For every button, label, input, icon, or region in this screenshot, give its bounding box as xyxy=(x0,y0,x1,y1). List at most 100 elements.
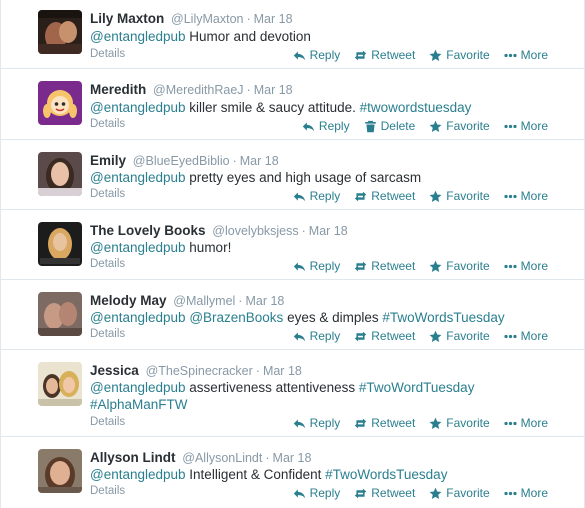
mention-link[interactable]: @entangledpub xyxy=(90,100,186,115)
tweet[interactable]: Lily Maxton @LilyMaxton · Mar 18 @entangle… xyxy=(1,0,584,69)
star-icon xyxy=(429,487,442,500)
mention-link[interactable]: @entangledpub xyxy=(90,170,186,185)
details-link[interactable]: Details xyxy=(90,328,125,340)
reply-button[interactable]: Reply xyxy=(293,48,340,62)
more-button[interactable]: More xyxy=(504,486,548,500)
details-link[interactable]: Details xyxy=(90,416,125,428)
tweet[interactable]: The Lovely Books @lovelybksjess · Mar 18 @… xyxy=(1,210,584,280)
username[interactable]: @AllysonLindt xyxy=(182,451,262,465)
retweet-button[interactable]: Retweet xyxy=(354,416,415,430)
hashtag-link[interactable]: #TwoWordTuesday xyxy=(359,380,475,395)
tweet[interactable]: Allyson Lindt @AllysonLindt · Mar 18 @enta… xyxy=(1,437,584,508)
reply-button[interactable]: Reply xyxy=(302,119,350,133)
display-name[interactable]: The Lovely Books xyxy=(90,223,206,238)
ellipsis-icon xyxy=(504,260,517,273)
username[interactable]: @lovelybksjess xyxy=(212,224,298,238)
avatar[interactable] xyxy=(38,292,82,336)
favorite-button[interactable]: Favorite xyxy=(429,259,490,273)
username[interactable]: @BlueEyedBiblio xyxy=(133,154,230,168)
favorite-button[interactable]: Favorite xyxy=(429,119,490,133)
tweet[interactable]: Meredith @MeredithRaeJ · Mar 18 @entangled… xyxy=(1,69,584,140)
ellipsis-icon xyxy=(504,487,517,500)
retweet-button[interactable]: Retweet xyxy=(354,329,415,343)
reply-button[interactable]: Reply xyxy=(293,189,340,203)
display-name[interactable]: Emily xyxy=(90,153,126,168)
hashtag-link[interactable]: #AlphaManFTW xyxy=(90,397,188,412)
mention-link[interactable]: @entangledpub xyxy=(90,310,186,325)
separator-dot: · xyxy=(255,364,260,378)
more-label: More xyxy=(520,259,548,273)
username[interactable]: @TheSpinecracker xyxy=(146,364,253,378)
mention-link[interactable]: @entangledpub xyxy=(90,380,186,395)
timestamp[interactable]: Mar 18 xyxy=(254,83,293,97)
more-button[interactable]: More xyxy=(504,119,548,133)
mention-link[interactable]: @entangledpub xyxy=(90,240,186,255)
tweet[interactable]: Melody May @Mallymel · Mar 18 @entangledpu… xyxy=(1,280,584,350)
delete-button[interactable]: Delete xyxy=(364,119,415,133)
timestamp[interactable]: Mar 18 xyxy=(254,12,293,26)
display-name[interactable]: Jessica xyxy=(90,363,139,378)
tweet-text: @entangledpub @BrazenBooks eyes & dimple… xyxy=(90,309,566,326)
tweet-text: @entangledpub Humor and devotion xyxy=(90,28,566,45)
more-label: More xyxy=(520,119,548,133)
hashtag-link[interactable]: #TwoWordsTuesday xyxy=(325,467,447,482)
timestamp[interactable]: Mar 18 xyxy=(263,364,302,378)
favorite-button[interactable]: Favorite xyxy=(429,416,490,430)
avatar[interactable] xyxy=(38,10,82,54)
more-button[interactable]: More xyxy=(504,416,548,430)
timestamp[interactable]: Mar 18 xyxy=(273,451,312,465)
details-link[interactable]: Details xyxy=(90,485,125,497)
more-button[interactable]: More xyxy=(504,329,548,343)
retweet-button[interactable]: Retweet xyxy=(354,259,415,273)
tweet-actions: Reply Retweet Favorite More xyxy=(279,259,548,273)
username[interactable]: @LilyMaxton xyxy=(171,12,243,26)
ellipsis-icon xyxy=(504,417,517,430)
display-name[interactable]: Lily Maxton xyxy=(90,11,164,26)
hashtag-link[interactable]: #TwoWordsTuesday xyxy=(382,310,504,325)
timestamp[interactable]: Mar 18 xyxy=(309,224,348,238)
avatar[interactable] xyxy=(38,152,82,196)
favorite-label: Favorite xyxy=(446,416,490,430)
reply-button[interactable]: Reply xyxy=(293,329,340,343)
reply-button[interactable]: Reply xyxy=(293,486,340,500)
ellipsis-icon xyxy=(504,49,517,62)
details-link[interactable]: Details xyxy=(90,48,125,60)
details-link[interactable]: Details xyxy=(90,258,125,270)
favorite-button[interactable]: Favorite xyxy=(429,329,490,343)
reply-button[interactable]: Reply xyxy=(293,416,340,430)
more-button[interactable]: More xyxy=(504,259,548,273)
mention-link[interactable]: @entangledpub xyxy=(90,467,186,482)
details-link[interactable]: Details xyxy=(90,118,125,130)
separator-dot: · xyxy=(238,294,243,308)
avatar[interactable] xyxy=(38,449,82,493)
star-icon xyxy=(429,190,442,203)
timestamp[interactable]: Mar 18 xyxy=(245,294,284,308)
retweet-icon xyxy=(354,190,367,203)
favorite-button[interactable]: Favorite xyxy=(429,486,490,500)
favorite-button[interactable]: Favorite xyxy=(429,189,490,203)
more-button[interactable]: More xyxy=(504,189,548,203)
avatar[interactable] xyxy=(38,81,82,125)
retweet-button[interactable]: Retweet xyxy=(354,48,415,62)
display-name[interactable]: Melody May xyxy=(90,293,167,308)
favorite-button[interactable]: Favorite xyxy=(429,48,490,62)
more-label: More xyxy=(520,48,548,62)
mention-link[interactable]: @BrazenBooks xyxy=(189,310,283,325)
more-button[interactable]: More xyxy=(504,48,548,62)
tweet[interactable]: Jessica @TheSpinecracker · Mar 18 @entangl… xyxy=(1,350,584,437)
avatar[interactable] xyxy=(38,362,82,406)
tweet[interactable]: Emily @BlueEyedBiblio · Mar 18 @entangledp… xyxy=(1,140,584,210)
username[interactable]: @MeredithRaeJ xyxy=(153,83,244,97)
display-name[interactable]: Allyson Lindt xyxy=(90,450,176,465)
ellipsis-icon xyxy=(504,330,517,343)
retweet-button[interactable]: Retweet xyxy=(354,486,415,500)
avatar[interactable] xyxy=(38,222,82,266)
display-name[interactable]: Meredith xyxy=(90,82,146,97)
username[interactable]: @Mallymel xyxy=(173,294,235,308)
mention-link[interactable]: @entangledpub xyxy=(90,29,186,44)
reply-button[interactable]: Reply xyxy=(293,259,340,273)
hashtag-link[interactable]: #twowordstuesday xyxy=(360,100,472,115)
timestamp[interactable]: Mar 18 xyxy=(240,154,279,168)
retweet-button[interactable]: Retweet xyxy=(354,189,415,203)
details-link[interactable]: Details xyxy=(90,188,125,200)
